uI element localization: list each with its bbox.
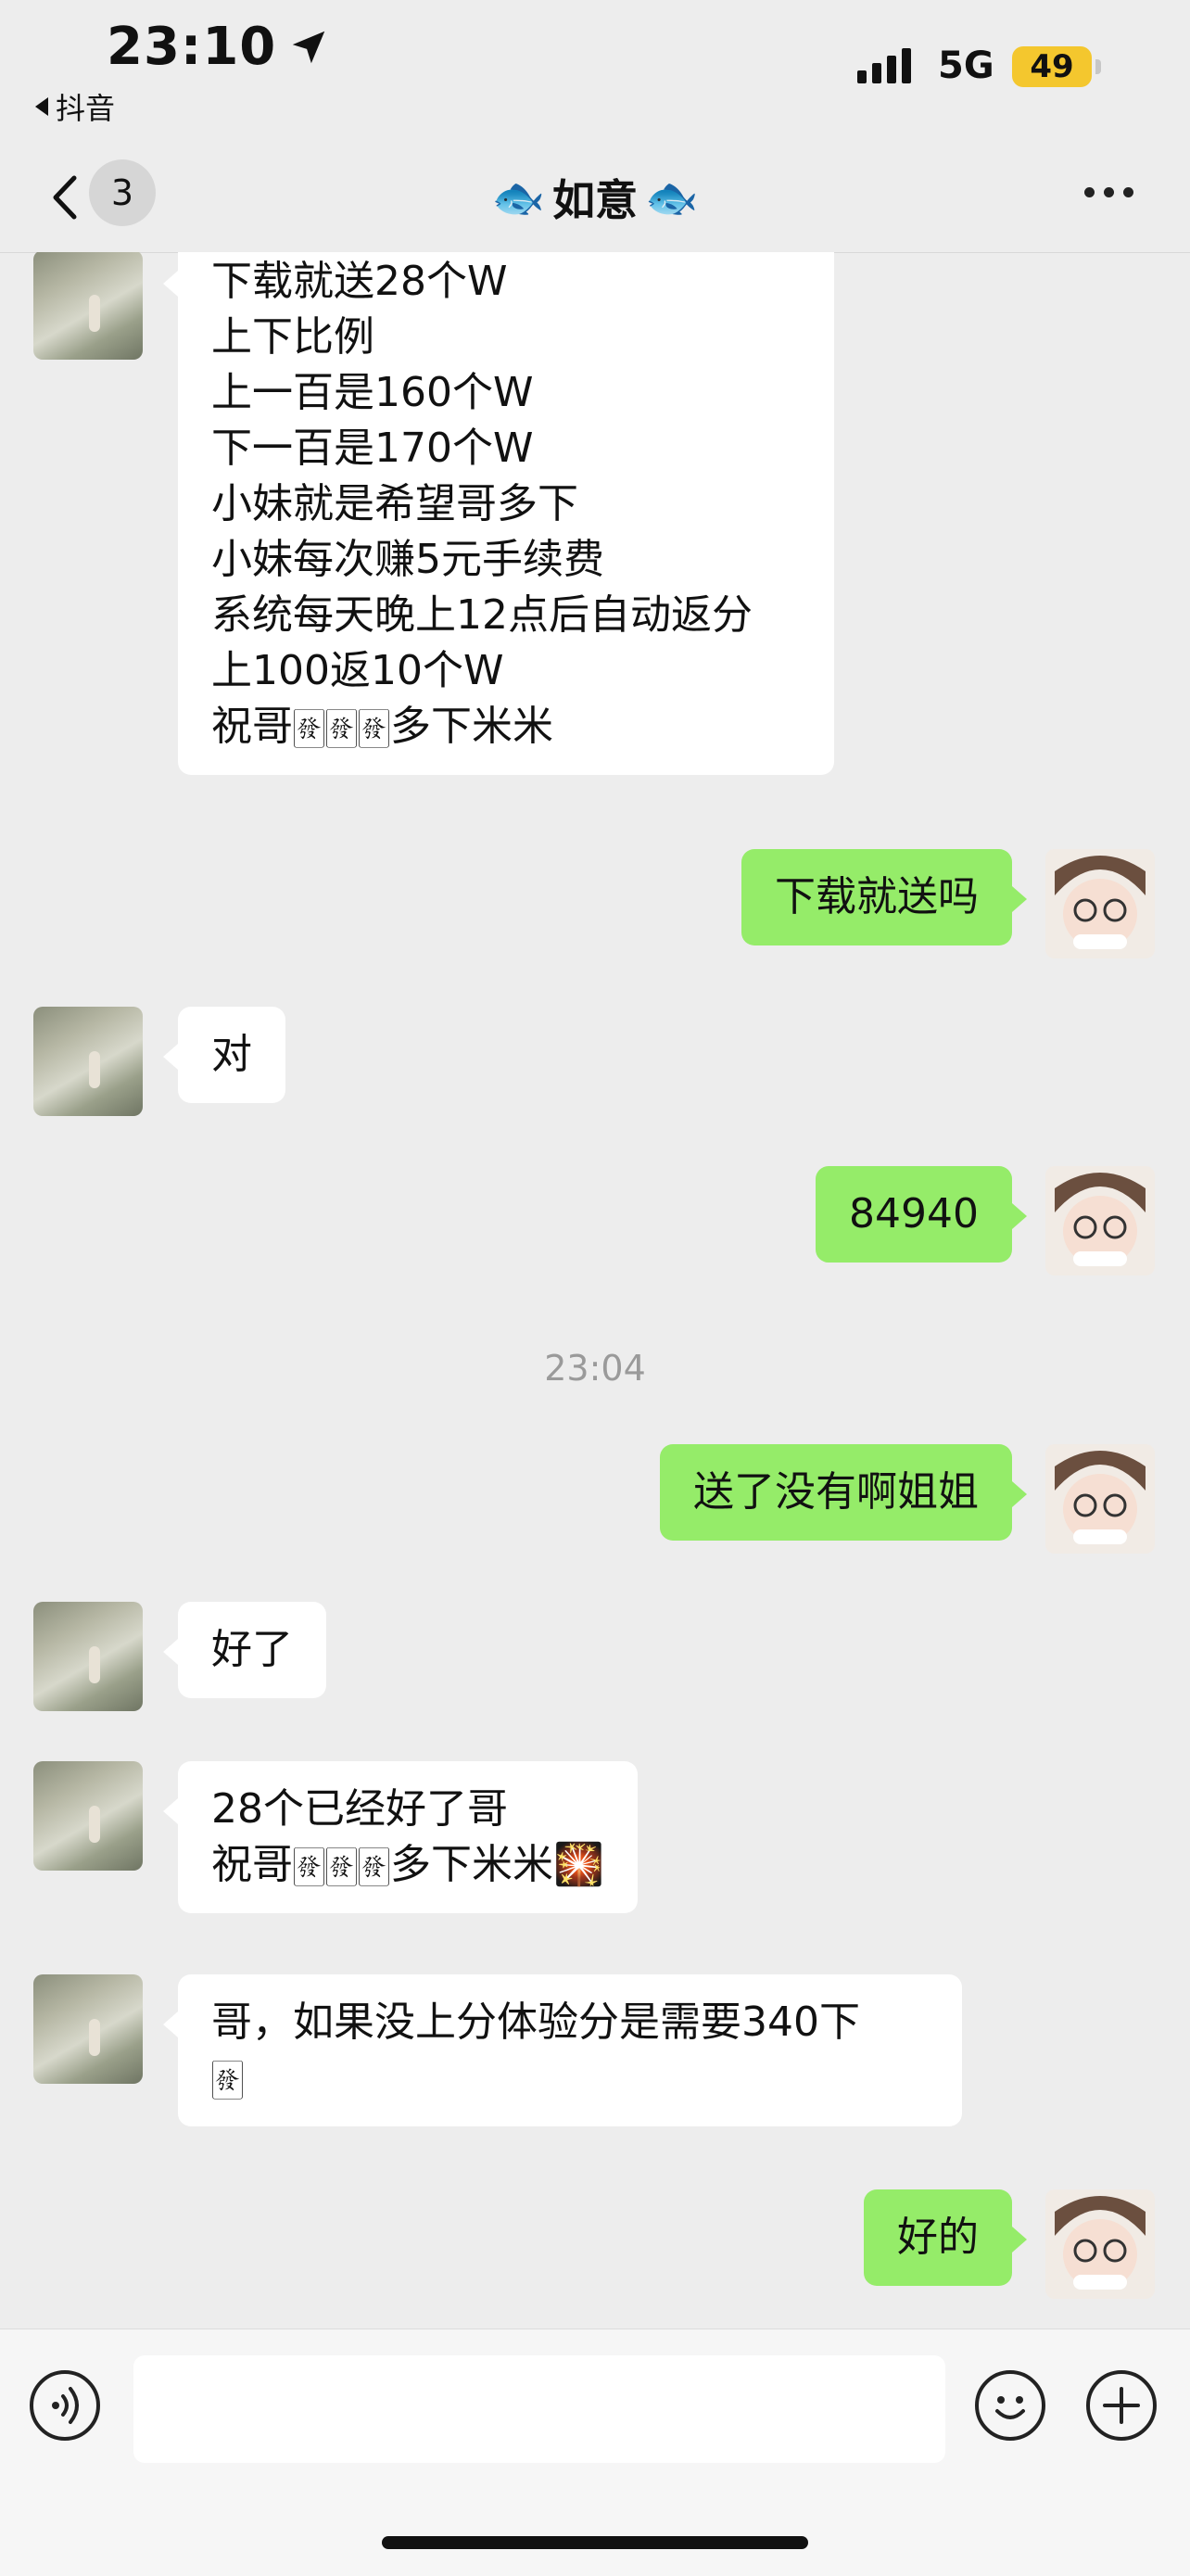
battery-icon: 49 [1012,46,1092,87]
contact-avatar[interactable] [33,1974,143,2084]
chat-title: 🐟 如意 🐟 [0,167,1190,228]
voice-input-button[interactable] [30,2370,100,2441]
battery-tip [1095,59,1101,74]
back-triangle-icon [35,97,48,116]
message-bubble[interactable]: 送了没有啊姐姐 [660,1444,1027,1541]
fish-icon: 🐟 [645,171,699,222]
more-icon[interactable] [1084,187,1133,197]
contact-avatar[interactable] [33,252,143,360]
message-bubble[interactable]: 好的 [864,2189,1027,2286]
message-list[interactable]: 下载就送28个W 上下比例 上一百是160个W 下一百是170个W 小妹就是希望… [0,252,1190,2329]
user-avatar[interactable] [1045,849,1155,958]
message-bubble[interactable]: 对 [163,1007,285,1103]
contact-avatar[interactable] [33,1602,143,1711]
location-arrow-icon [293,31,325,63]
home-indicator[interactable] [382,2536,808,2549]
message-bubble[interactable]: 84940 [816,1166,1027,1263]
message-input[interactable] [133,2355,945,2463]
message-bubble[interactable]: 好了 [163,1602,326,1698]
contact-avatar[interactable] [33,1007,143,1116]
chat-title-text: 如意 [552,175,638,225]
message-bubble[interactable]: 下载就送28个W 上下比例 上一百是160个W 下一百是170个W 小妹就是希望… [163,252,834,775]
message-bubble[interactable]: 下载就送吗 [741,849,1027,945]
contact-avatar[interactable] [33,1761,143,1871]
user-avatar-image [1045,1166,1155,1275]
user-avatar-image [1045,849,1155,958]
user-avatar-image [1045,2189,1155,2299]
user-avatar[interactable] [1045,2189,1155,2299]
voice-icon [52,2387,79,2424]
more-actions-button[interactable] [1086,2370,1157,2441]
network-type: 5G [938,44,994,87]
back-to-app[interactable]: 抖音 [35,85,115,128]
plus-icon [1103,2387,1140,2424]
signal-icon [857,46,911,83]
emoji-button[interactable] [975,2370,1045,2441]
status-bar: 23:10 抖音 5G 49 [0,0,1190,139]
smiley-icon [995,2396,1025,2419]
status-time: 23:10 [107,17,330,77]
user-avatar[interactable] [1045,1444,1155,1554]
message-bubble[interactable]: 哥，如果没上分体验分是需要340下 🀅 [163,1974,962,2126]
user-avatar-image [1045,1444,1155,1554]
message-bubble[interactable]: 28个已经好了哥 祝哥🀅🀅🀅多下米米🎇 [163,1761,638,1913]
timestamp: 23:04 [544,1348,646,1389]
user-avatar[interactable] [1045,1166,1155,1275]
fish-icon: 🐟 [491,171,545,222]
chat-header: 3 🐟 如意 🐟 [0,139,1190,253]
